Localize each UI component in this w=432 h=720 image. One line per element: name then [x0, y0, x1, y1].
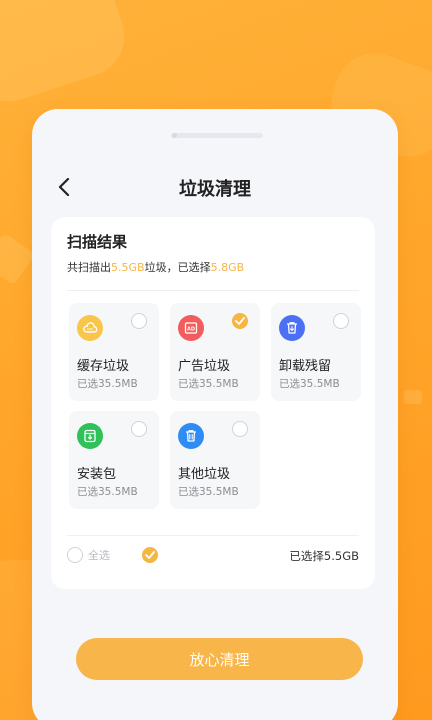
- page-title: 垃圾清理: [179, 179, 251, 200]
- category-size: 已选35.5MB: [178, 378, 239, 390]
- bg-decor-shape: [404, 390, 422, 404]
- ad-icon: AD: [178, 315, 204, 341]
- category-checkbox[interactable]: [131, 313, 147, 329]
- category-size: 已选35.5MB: [77, 378, 138, 390]
- phone-speaker: [171, 133, 263, 138]
- junk-category-grid: RM 缓存垃圾 已选35.5MB AD 广告垃圾 已选35.5MB 卸载残留 已…: [69, 303, 361, 509]
- check-icon: [235, 317, 245, 325]
- phone-camera: [172, 133, 177, 138]
- scan-summary-prefix: 共扫描出: [67, 261, 111, 274]
- svg-text:RM: RM: [87, 328, 93, 332]
- check-icon: [145, 551, 155, 559]
- selection-footer: 全选 已选择5.5GB: [67, 547, 359, 567]
- category-checkbox-checked[interactable]: [232, 313, 248, 329]
- trash-icon: [178, 423, 204, 449]
- category-tile-cache[interactable]: RM 缓存垃圾 已选35.5MB: [69, 303, 159, 401]
- scan-summary-mid: 垃圾，已选择: [144, 261, 211, 274]
- category-tile-ad[interactable]: AD 广告垃圾 已选35.5MB: [170, 303, 260, 401]
- phone-screen: 垃圾清理 扫描结果 共扫描出5.5GB垃圾，已选择5.8GB RM 缓存垃圾 已…: [32, 109, 398, 720]
- category-name: 缓存垃圾: [77, 359, 130, 374]
- category-name: 卸载残留: [279, 359, 332, 374]
- package-download-icon: [77, 423, 103, 449]
- svg-text:AD: AD: [187, 327, 195, 333]
- selected-total: 已选择5.5GB: [289, 549, 359, 563]
- category-checkbox[interactable]: [232, 421, 248, 437]
- scanned-size: 5.5GB: [111, 261, 145, 274]
- category-size: 已选35.5MB: [279, 378, 340, 390]
- selected-size: 5.8GB: [210, 261, 245, 274]
- bg-decor-shape: [0, 0, 135, 112]
- clean-button[interactable]: 放心清理: [76, 638, 363, 680]
- category-size: 已选35.5MB: [178, 486, 239, 498]
- category-checkbox[interactable]: [131, 421, 147, 437]
- category-name: 其他垃圾: [178, 467, 231, 482]
- divider: [67, 535, 359, 536]
- uninstall-trash-icon: [279, 315, 305, 341]
- cloud-cache-icon: RM: [77, 315, 103, 341]
- scan-summary: 共扫描出5.5GB垃圾，已选择5.8GB: [67, 259, 244, 275]
- select-all-label: 全选: [88, 549, 110, 562]
- scan-result-title: 扫描结果: [67, 233, 128, 251]
- category-name: 广告垃圾: [178, 359, 231, 374]
- category-tile-uninstall[interactable]: 卸载残留 已选35.5MB: [271, 303, 361, 401]
- category-tile-package[interactable]: 安装包 已选35.5MB: [69, 411, 159, 509]
- category-tile-other[interactable]: 其他垃圾 已选35.5MB: [170, 411, 260, 509]
- select-all-toggle[interactable]: 全选: [67, 547, 110, 563]
- nav-bar: 垃圾清理: [32, 169, 398, 205]
- select-all-checkbox[interactable]: [67, 547, 83, 563]
- category-checkbox[interactable]: [333, 313, 349, 329]
- bg-decor-shape: [0, 232, 36, 286]
- selection-checkbox-checked[interactable]: [142, 547, 158, 563]
- category-size: 已选35.5MB: [77, 486, 138, 498]
- divider: [67, 290, 359, 291]
- category-name: 安装包: [77, 467, 117, 482]
- scan-result-card: 扫描结果 共扫描出5.5GB垃圾，已选择5.8GB RM 缓存垃圾 已选35.5…: [51, 217, 375, 589]
